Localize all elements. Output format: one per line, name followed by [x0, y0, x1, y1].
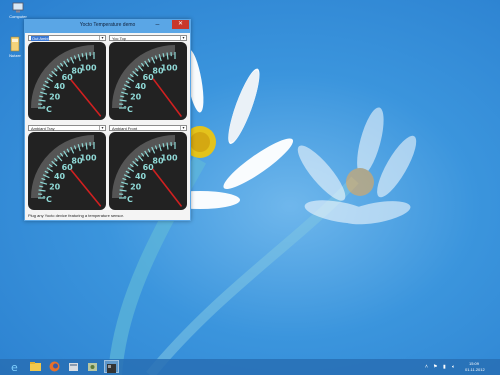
- close-button[interactable]: ✕: [172, 20, 189, 29]
- sensor-select-2[interactable]: Yoc Top ▾: [109, 35, 187, 41]
- taskbar-app-yocto[interactable]: [104, 360, 119, 373]
- status-bar-text: Plug any Yocto device featuring a temper…: [28, 213, 124, 218]
- user-folder-icon: [9, 36, 21, 52]
- tray-chevron-up-icon[interactable]: ˄: [425, 364, 428, 370]
- taskbar-app-file-explorer[interactable]: [28, 360, 43, 373]
- gauge-tick-label: 20: [130, 92, 142, 101]
- gauge-tick-label: 40: [135, 172, 147, 181]
- gauge-tick: [39, 96, 43, 97]
- temperature-gauge-1: 20406080100°C: [28, 42, 106, 120]
- desktop-icon-label: Nutzer: [9, 53, 21, 58]
- sensor-select-4[interactable]: Ambiant Front ▾: [109, 125, 187, 131]
- gauge-tick-label: 100: [80, 63, 97, 72]
- gauge-tick-label: 100: [161, 153, 178, 162]
- tray-network-icon[interactable]: ▮: [443, 364, 446, 370]
- temperature-gauge-4: 20406080100°C: [109, 132, 187, 210]
- sensor-select-value: Ambiant Tray: [31, 126, 55, 131]
- temperature-gauge-3: 20406080100°C: [28, 132, 106, 210]
- gauge-tick: [163, 53, 164, 57]
- gauge-tick: [163, 143, 164, 147]
- tray-volume-icon[interactable]: 🔈︎: [452, 364, 455, 370]
- gauge-tick: [39, 186, 43, 187]
- computer-icon: [12, 2, 24, 13]
- gauge-tick: [120, 96, 124, 97]
- gauge-tick: [82, 53, 83, 57]
- svg-text:e: e: [11, 361, 18, 373]
- temperature-gauge-2: 20406080100°C: [109, 42, 187, 120]
- gauge-unit-label: °C: [42, 195, 52, 204]
- gauge-tick-label: 20: [130, 182, 142, 191]
- sensor-select-value: Out Ambi: [31, 36, 49, 41]
- gauge-tick-label: 40: [54, 82, 66, 91]
- firefox-icon: [47, 360, 62, 373]
- window-titlebar[interactable]: Yocto Temperature demo – ✕: [25, 20, 190, 33]
- gauge-tick-label: 100: [80, 153, 97, 162]
- window-title: Yocto Temperature demo: [25, 22, 190, 28]
- gauge-tick: [120, 186, 124, 187]
- gauge-tick-label: 40: [135, 82, 147, 91]
- sensor-select-3[interactable]: Ambiant Tray ▾: [28, 125, 106, 131]
- tool-icon: [66, 360, 81, 373]
- chevron-down-icon: ▾: [180, 36, 186, 40]
- gauge-unit-label: °C: [123, 105, 133, 114]
- internet-explorer-icon: e: [8, 360, 23, 373]
- control-panel-icon: [85, 360, 100, 373]
- taskbar-clock-time[interactable]: 15:09: [469, 361, 479, 366]
- gauge-tick-label: 20: [49, 182, 61, 191]
- taskbar-app-tool[interactable]: [66, 360, 81, 373]
- sensor-select-value: Yoc Top: [112, 36, 126, 41]
- chevron-down-icon: ▾: [99, 126, 105, 130]
- gauge-tick: [82, 143, 83, 147]
- app-window: Yocto Temperature demo – ✕ Out Ambi ▾ 20…: [24, 19, 191, 221]
- sensor-select-value: Ambiant Front: [112, 126, 137, 131]
- sensor-select-1[interactable]: Out Ambi ▾: [28, 35, 106, 41]
- gauge-unit-label: °C: [123, 195, 133, 204]
- desktop-icon-computer[interactable]: Computer: [3, 2, 33, 19]
- gauge-tick-label: 40: [54, 172, 66, 181]
- tray-flag-icon[interactable]: ⚑: [433, 364, 437, 370]
- minimize-button[interactable]: –: [151, 20, 164, 29]
- taskbar-app-internet-explorer[interactable]: e: [8, 360, 23, 373]
- gauge-tick-label: 20: [49, 92, 61, 101]
- taskbar-app-firefox[interactable]: [47, 360, 62, 373]
- gauge-unit-label: °C: [42, 105, 52, 114]
- file-explorer-icon: [28, 360, 43, 373]
- chevron-down-icon: ▾: [180, 126, 186, 130]
- gauge-tick-label: 100: [161, 63, 178, 72]
- taskbar-clock-date[interactable]: 01.11.2012: [465, 367, 485, 372]
- chevron-down-icon: ▾: [99, 36, 105, 40]
- taskbar-app-control-panel[interactable]: [85, 360, 100, 373]
- yocto-app-icon: [105, 363, 118, 374]
